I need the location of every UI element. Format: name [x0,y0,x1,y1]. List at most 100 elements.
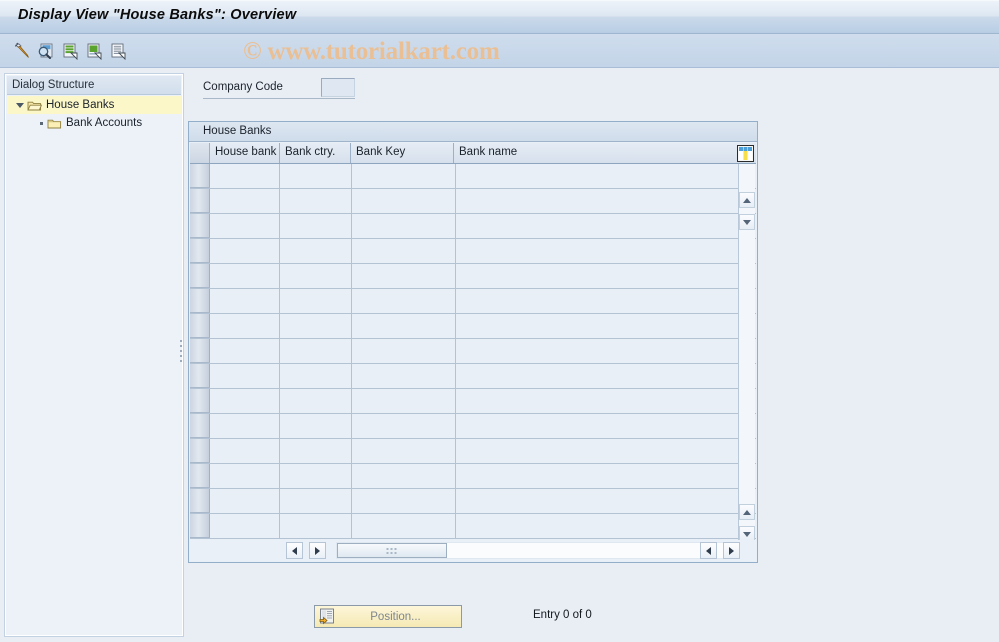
table-cell-house_bank[interactable] [210,364,280,388]
horizontal-scroll-thumb[interactable] [337,543,447,558]
scroll-up-icon[interactable] [739,192,755,208]
table-cell-house_bank[interactable] [210,214,280,238]
row-select-button[interactable] [190,289,210,313]
table-cell-bank_key[interactable] [353,489,456,513]
table-cell-bank_key[interactable] [353,414,456,438]
company-code-input[interactable] [321,78,355,97]
table-cell-bank_name[interactable] [457,414,741,438]
table-cell-bank_name[interactable] [457,439,741,463]
table-cell-bank_ctry[interactable] [281,239,352,263]
scroll-page-down-icon[interactable] [739,526,755,541]
table-cell-bank_ctry[interactable] [281,189,352,213]
table-cell-bank_key[interactable] [353,314,456,338]
table-row[interactable] [190,489,756,514]
table-cell-bank_ctry[interactable] [281,214,352,238]
table-row[interactable] [190,164,756,189]
table-cell-bank_ctry[interactable] [281,364,352,388]
table-cell-house_bank[interactable] [210,464,280,488]
table-row[interactable] [190,439,756,464]
table-row[interactable] [190,364,756,389]
scroll-column-right-icon[interactable] [723,542,740,559]
table-row[interactable] [190,389,756,414]
table-row[interactable] [190,514,756,539]
position-button[interactable]: Position... [314,605,462,628]
table-row[interactable] [190,189,756,214]
scroll-left-icon[interactable] [286,542,303,559]
column-header-bank-key[interactable]: Bank Key [351,143,454,163]
table-cell-bank_name[interactable] [457,289,741,313]
table-cell-bank_key[interactable] [353,514,456,538]
table-cell-bank_ctry[interactable] [281,164,352,188]
table-row[interactable] [190,314,756,339]
sidebar-item-bank-accounts[interactable]: Bank Accounts [7,114,181,132]
table-cell-bank_ctry[interactable] [281,389,352,413]
table-cell-bank_key[interactable] [353,239,456,263]
row-select-button[interactable] [190,264,210,288]
table-cell-bank_name[interactable] [457,489,741,513]
table-cell-bank_key[interactable] [353,439,456,463]
table-cell-house_bank[interactable] [210,339,280,363]
table-cell-bank_ctry[interactable] [281,414,352,438]
table-cell-bank_key[interactable] [353,164,456,188]
scroll-down-icon[interactable] [739,214,755,230]
row-select-button[interactable] [190,339,210,363]
row-select-button[interactable] [190,214,210,238]
table-cell-bank_ctry[interactable] [281,339,352,363]
new-entries-icon[interactable] [84,41,104,61]
table-cell-bank_key[interactable] [353,364,456,388]
table-cell-bank_ctry[interactable] [281,464,352,488]
table-cell-house_bank[interactable] [210,289,280,313]
chevron-down-icon[interactable] [15,99,27,111]
row-select-button[interactable] [190,189,210,213]
column-header-bank-name[interactable]: Bank name [454,143,739,163]
select-all-header-cell[interactable] [190,143,210,163]
horizontal-scroll-track[interactable] [336,542,739,559]
table-row[interactable] [190,464,756,489]
table-cell-bank_ctry[interactable] [281,514,352,538]
table-cell-house_bank[interactable] [210,264,280,288]
table-cell-house_bank[interactable] [210,389,280,413]
details-entry-icon[interactable] [60,41,80,61]
table-cell-bank_ctry[interactable] [281,439,352,463]
row-select-button[interactable] [190,414,210,438]
table-cell-bank_key[interactable] [353,464,456,488]
table-cell-house_bank[interactable] [210,314,280,338]
table-cell-house_bank[interactable] [210,514,280,538]
row-select-button[interactable] [190,489,210,513]
table-cell-bank_key[interactable] [353,214,456,238]
row-select-button[interactable] [190,514,210,538]
row-select-button[interactable] [190,464,210,488]
panel-splitter-handle[interactable] [179,340,184,364]
row-select-button[interactable] [190,389,210,413]
row-select-button[interactable] [190,364,210,388]
row-select-button[interactable] [190,314,210,338]
table-cell-house_bank[interactable] [210,489,280,513]
table-cell-bank_ctry[interactable] [281,489,352,513]
table-row[interactable] [190,239,756,264]
table-cell-bank_ctry[interactable] [281,314,352,338]
table-cell-house_bank[interactable] [210,189,280,213]
table-cell-bank_name[interactable] [457,464,741,488]
row-select-button[interactable] [190,239,210,263]
scroll-column-left-icon[interactable] [700,542,717,559]
column-header-house-bank[interactable]: House bank [210,143,280,163]
table-row[interactable] [190,414,756,439]
table-cell-bank_name[interactable] [457,389,741,413]
table-row[interactable] [190,339,756,364]
table-cell-bank_key[interactable] [353,389,456,413]
table-cell-bank_key[interactable] [353,264,456,288]
choose-magnifier-icon[interactable] [36,41,56,61]
sidebar-item-house-banks[interactable]: House Banks [7,96,181,114]
scroll-page-up-icon[interactable] [739,504,755,520]
change-display-icon[interactable] [12,41,32,61]
table-row[interactable] [190,289,756,314]
table-row[interactable] [190,264,756,289]
table-cell-bank_name[interactable] [457,214,741,238]
table-cell-bank_name[interactable] [457,239,741,263]
row-select-button[interactable] [190,164,210,188]
table-cell-house_bank[interactable] [210,164,280,188]
table-cell-bank_name[interactable] [457,164,741,188]
table-cell-house_bank[interactable] [210,414,280,438]
table-cell-bank_name[interactable] [457,189,741,213]
table-cell-bank_key[interactable] [353,189,456,213]
